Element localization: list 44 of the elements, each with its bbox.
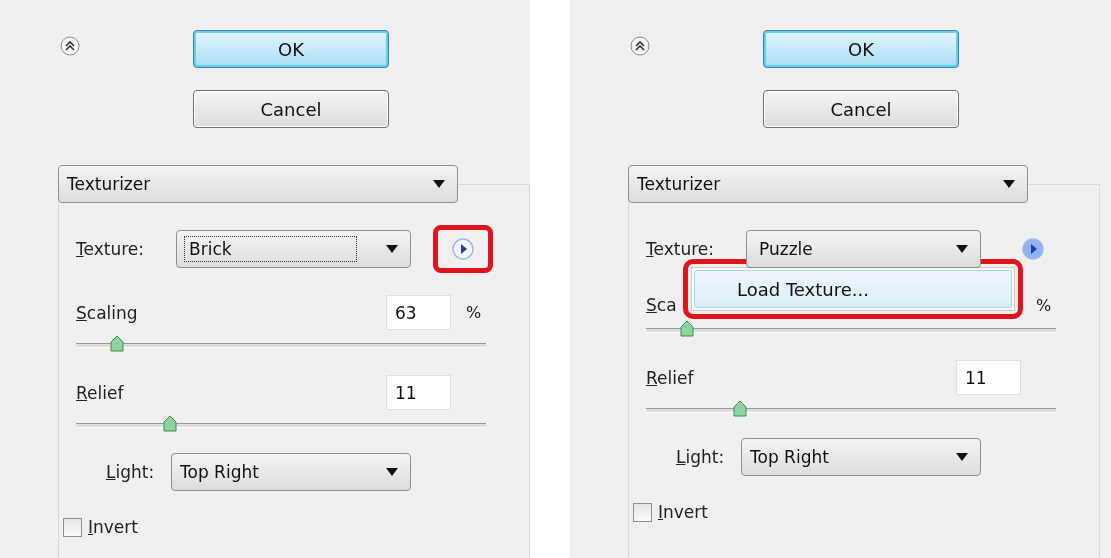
invert-checkbox[interactable] — [63, 517, 82, 537]
light-dropdown[interactable]: Top Right — [171, 453, 411, 491]
unit-label: % — [1036, 295, 1053, 315]
invert-checkbox[interactable] — [633, 502, 652, 522]
menu-item[interactable]: Load Texture... — [694, 270, 1012, 308]
caret-icon — [386, 468, 398, 476]
caret-icon — [386, 245, 398, 253]
slider-track[interactable] — [646, 400, 1056, 418]
slider-track[interactable] — [76, 415, 486, 433]
caret-icon — [1003, 180, 1015, 188]
slider-thumb[interactable] — [163, 415, 178, 433]
caret-icon — [433, 180, 445, 188]
texture-dropdown[interactable]: Brick — [176, 230, 411, 268]
texture-label: Texture: — [76, 239, 145, 259]
slider-track[interactable] — [646, 320, 1056, 338]
filter-dropdown[interactable]: Texturizer — [628, 165, 1028, 203]
slider-label: Relief — [76, 382, 124, 403]
slider-label: Scaling — [76, 302, 138, 323]
caret-icon — [956, 245, 968, 253]
caret-icon — [956, 453, 968, 461]
collapse-icon[interactable] — [60, 36, 80, 56]
ok-button[interactable]: OK — [763, 30, 959, 68]
light-dropdown[interactable]: Top Right — [741, 438, 981, 476]
value-field[interactable]: 11 — [956, 360, 1021, 395]
ok-button[interactable]: OK — [193, 30, 389, 68]
slider-label: Sca — [646, 295, 677, 315]
unit-label: % — [466, 303, 483, 322]
slider-thumb[interactable] — [680, 320, 694, 338]
collapse-icon[interactable] — [630, 36, 650, 56]
slider-label: Relief — [646, 367, 694, 388]
invert-label: Invert — [88, 517, 138, 537]
texture-dropdown[interactable]: Puzzle — [746, 230, 981, 268]
light-label: Light: — [106, 462, 156, 482]
invert-label: Invert — [658, 502, 708, 522]
cancel-button[interactable]: Cancel — [193, 90, 389, 128]
light-label: Light: — [676, 447, 726, 467]
texture-label: Texture: — [646, 239, 715, 259]
slider-thumb[interactable] — [110, 335, 124, 353]
slider-track[interactable] — [76, 335, 486, 353]
cancel-button[interactable]: Cancel — [763, 90, 959, 128]
value-field[interactable]: 11 — [386, 375, 451, 410]
filter-dropdown[interactable]: Texturizer — [58, 165, 458, 203]
slider-thumb[interactable] — [733, 400, 748, 418]
value-field[interactable]: 63 — [386, 295, 451, 330]
